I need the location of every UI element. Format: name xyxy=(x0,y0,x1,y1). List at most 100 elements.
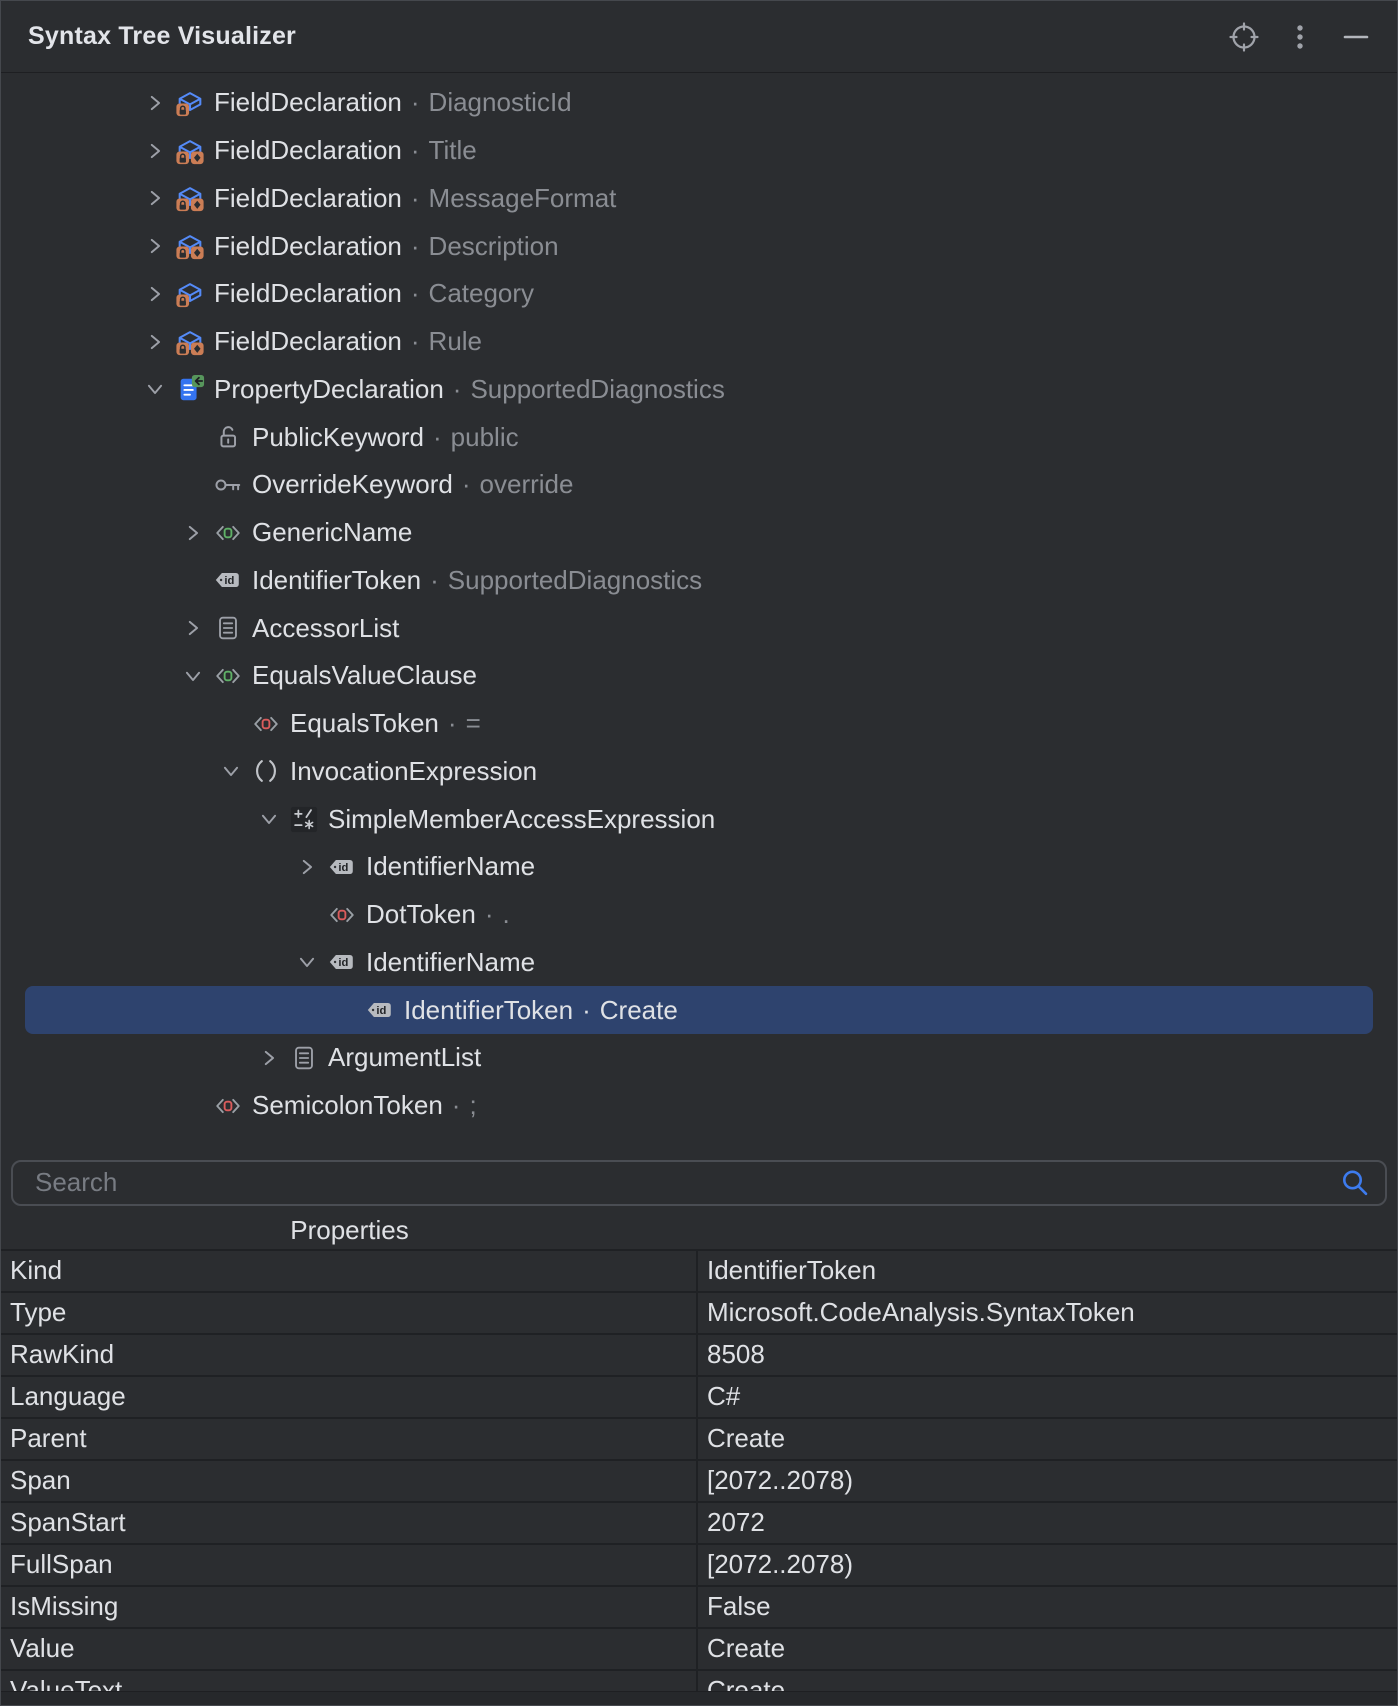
search-input[interactable] xyxy=(33,1162,1339,1204)
key-icon xyxy=(213,469,243,501)
node-kind: AccessorList xyxy=(252,613,399,644)
tree-node-overridekeyword[interactable]: OverrideKeyword · override xyxy=(1,461,1397,509)
chevron-right-icon[interactable] xyxy=(139,182,171,214)
chevron-right-icon[interactable] xyxy=(177,517,209,549)
title-bar: Syntax Tree Visualizer xyxy=(1,1,1397,73)
chevron-right-icon[interactable] xyxy=(291,851,323,883)
node-separator: · xyxy=(452,1090,461,1121)
minimize-button[interactable] xyxy=(1339,20,1373,54)
property-name: Language xyxy=(1,1377,698,1417)
property-value: IdentifierToken xyxy=(698,1251,1397,1291)
property-value: Create xyxy=(698,1629,1397,1669)
node-separator: · xyxy=(462,469,471,500)
node-detail: public xyxy=(451,422,519,453)
parentheses-icon xyxy=(251,755,281,787)
tree-node-fielddeclaration-title[interactable]: FieldDeclaration · Title xyxy=(1,127,1397,175)
property-name: IsMissing xyxy=(1,1587,698,1627)
bottom-edge xyxy=(1,1691,1397,1705)
chevron-right-icon[interactable] xyxy=(139,278,171,310)
node-detail: MessageFormat xyxy=(429,183,617,214)
tree-node-fielddeclaration-rule[interactable]: FieldDeclaration · Rule xyxy=(1,318,1397,366)
chevron-right-icon[interactable] xyxy=(177,612,209,644)
property-name: Kind xyxy=(1,1251,698,1291)
chevron-down-icon[interactable] xyxy=(291,946,323,978)
node-detail: Title xyxy=(429,135,477,166)
node-kind: FieldDeclaration xyxy=(214,87,402,118)
tree-node-fielddeclaration-messageformat[interactable]: FieldDeclaration · MessageFormat xyxy=(1,175,1397,223)
list-icon xyxy=(289,1042,319,1074)
chevron-down-icon[interactable] xyxy=(177,660,209,692)
node-separator: · xyxy=(430,565,439,596)
properties-table: Kind IdentifierToken Type Microsoft.Code… xyxy=(1,1249,1397,1706)
id-tag-icon xyxy=(213,564,243,596)
property-row-span: Span [2072..2078) xyxy=(1,1461,1397,1503)
node-separator: · xyxy=(485,899,494,930)
tree-node-genericname[interactable]: GenericName xyxy=(1,509,1397,557)
node-detail: . xyxy=(503,899,510,930)
search-bar xyxy=(11,1160,1387,1206)
property-value: [2072..2078) xyxy=(698,1545,1397,1585)
tree-node-invocationexpression[interactable]: InvocationExpression xyxy=(1,748,1397,796)
node-kind: IdentifierName xyxy=(366,947,535,978)
properties-header: Properties xyxy=(1,1212,698,1249)
chevron-right-icon[interactable] xyxy=(139,230,171,262)
chevron-right-icon[interactable] xyxy=(253,1042,285,1074)
tree-node-argumentlist[interactable]: ArgumentList xyxy=(1,1034,1397,1082)
kebab-menu-icon xyxy=(1284,21,1316,53)
node-separator: · xyxy=(582,995,591,1026)
node-detail: DiagnosticId xyxy=(429,87,572,118)
red-token-icon xyxy=(327,899,357,931)
property-row-ismissing: IsMissing False xyxy=(1,1587,1397,1629)
node-kind: SimpleMemberAccessExpression xyxy=(328,804,715,835)
property-value: C# xyxy=(698,1377,1397,1417)
locate-node-button[interactable] xyxy=(1227,20,1261,54)
tree-node-fielddeclaration-description[interactable]: FieldDeclaration · Description xyxy=(1,222,1397,270)
node-separator: · xyxy=(411,278,420,309)
chevron-down-icon[interactable] xyxy=(139,373,171,405)
node-kind: EqualsValueClause xyxy=(252,660,477,691)
chevron-down-icon[interactable] xyxy=(215,755,247,787)
tree-node-simplememberaccessexpression[interactable]: SimpleMemberAccessExpression xyxy=(1,795,1397,843)
property-name: SpanStart xyxy=(1,1503,698,1543)
chevron-right-icon[interactable] xyxy=(139,326,171,358)
property-row-kind: Kind IdentifierToken xyxy=(1,1251,1397,1293)
tree-node-fielddeclaration-diagnosticid[interactable]: FieldDeclaration · DiagnosticId xyxy=(1,79,1397,127)
tree-node-identifiertoken-create-selected[interactable]: IdentifierToken · Create xyxy=(25,986,1373,1034)
tree-node-propertydeclaration-supporteddiagnostics[interactable]: PropertyDeclaration · SupportedDiagnosti… xyxy=(1,366,1397,414)
tree-node-publickeyword[interactable]: PublicKeyword · public xyxy=(1,413,1397,461)
node-kind: EqualsToken xyxy=(290,708,439,739)
tree-node-equalsvalueclause[interactable]: EqualsValueClause xyxy=(1,652,1397,700)
tree-node-semicolontoken[interactable]: SemicolonToken · ; xyxy=(1,1082,1397,1130)
red-token-icon xyxy=(251,708,281,740)
red-token-icon xyxy=(213,1090,243,1122)
tree-node-equalstoken[interactable]: EqualsToken · = xyxy=(1,700,1397,748)
property-name: FullSpan xyxy=(1,1545,698,1585)
tree-node-dottoken[interactable]: DotToken · . xyxy=(1,891,1397,939)
node-kind: InvocationExpression xyxy=(290,756,537,787)
property-name: Type xyxy=(1,1293,698,1333)
property-row-language: Language C# xyxy=(1,1377,1397,1419)
property-value: Microsoft.CodeAnalysis.SyntaxToken xyxy=(698,1293,1397,1333)
tree-node-accessorlist[interactable]: AccessorList xyxy=(1,604,1397,652)
node-kind: PropertyDeclaration xyxy=(214,374,444,405)
field-icon xyxy=(175,326,205,358)
property-value: 8508 xyxy=(698,1335,1397,1375)
search-icon[interactable] xyxy=(1339,1167,1371,1199)
chevron-right-icon[interactable] xyxy=(139,135,171,167)
window-title: Syntax Tree Visualizer xyxy=(28,22,296,51)
field-icon xyxy=(175,135,205,167)
property-icon xyxy=(175,373,205,405)
node-detail: Create xyxy=(600,995,678,1026)
chevron-right-icon[interactable] xyxy=(139,87,171,119)
node-separator: · xyxy=(411,231,420,262)
syntax-tree-visualizer-window: Syntax Tree Visualizer FieldDeclaration … xyxy=(0,0,1398,1706)
field-icon xyxy=(175,278,205,310)
tree-node-identifiertoken-supporteddiagnostics[interactable]: IdentifierToken · SupportedDiagnostics xyxy=(1,557,1397,605)
id-tag-icon xyxy=(327,946,357,978)
tree-node-identifiername-1[interactable]: IdentifierName xyxy=(1,843,1397,891)
options-menu-button[interactable] xyxy=(1283,20,1317,54)
tree-node-fielddeclaration-category[interactable]: FieldDeclaration · Category xyxy=(1,270,1397,318)
chevron-down-icon[interactable] xyxy=(253,803,285,835)
tree-node-identifiername-2[interactable]: IdentifierName xyxy=(1,939,1397,987)
operators-icon xyxy=(289,803,319,835)
